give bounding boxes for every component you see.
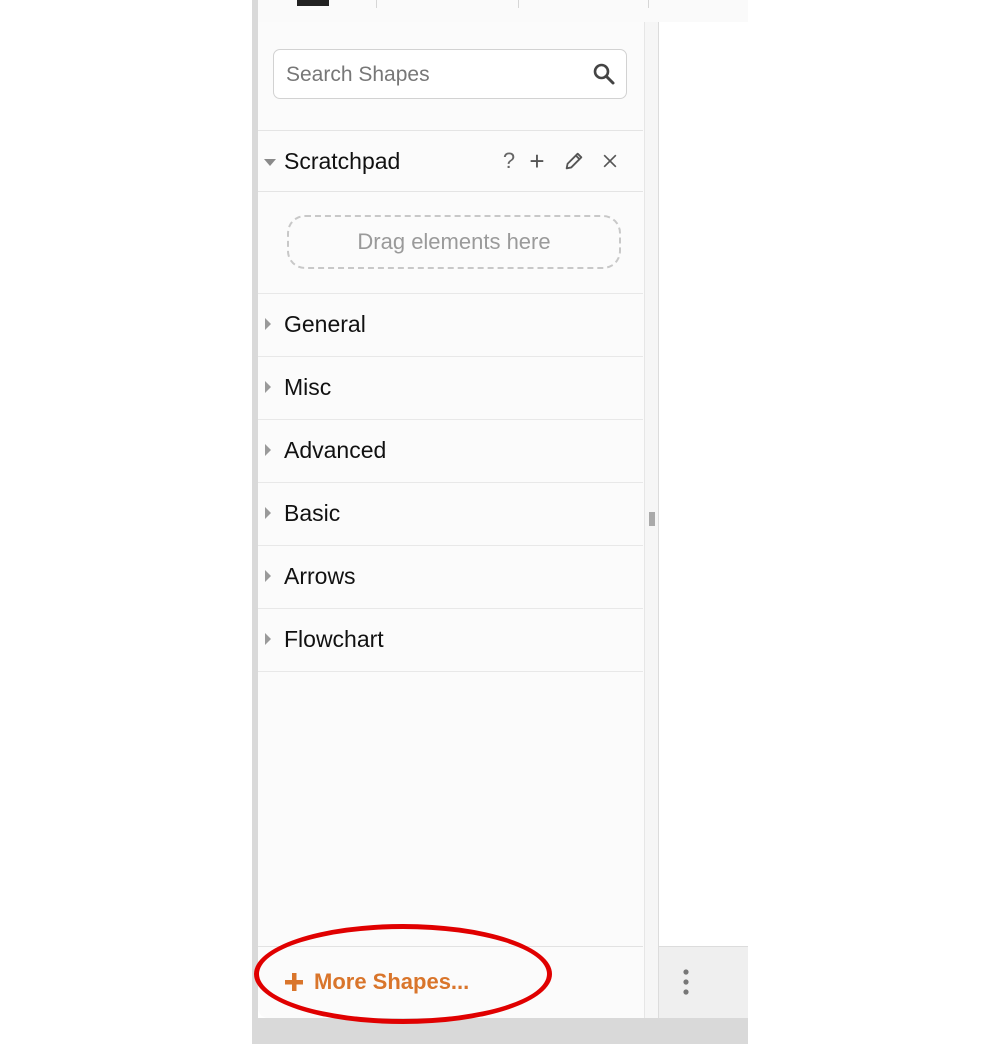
scratchpad-title[interactable]: Scratchpad: [284, 148, 400, 175]
close-icon[interactable]: [600, 147, 620, 175]
library-misc[interactable]: Misc: [258, 356, 643, 419]
library-label[interactable]: Flowchart: [284, 626, 384, 653]
toolbar-divider: [648, 0, 649, 8]
plus-icon[interactable]: +: [526, 147, 548, 175]
page-tabs-bar: [659, 946, 748, 1018]
triangle-right-icon[interactable]: [265, 570, 271, 582]
shapes-sidebar: Scratchpad ? + Drag elements here Genera…: [258, 22, 659, 1018]
library-basic[interactable]: Basic: [258, 482, 643, 545]
search-icon[interactable]: [592, 62, 616, 86]
triangle-down-icon[interactable]: [264, 159, 276, 166]
scratchpad-header[interactable]: Scratchpad ? +: [258, 130, 643, 192]
sidebar-footer: More Shapes...: [258, 946, 643, 1018]
triangle-right-icon[interactable]: [265, 318, 271, 330]
library-flowchart[interactable]: Flowchart: [258, 608, 643, 671]
library-label[interactable]: Arrows: [284, 563, 356, 590]
library-label[interactable]: Basic: [284, 500, 340, 527]
library-label[interactable]: General: [284, 311, 366, 338]
triangle-right-icon[interactable]: [265, 444, 271, 456]
active-tab-indicator: [297, 0, 329, 6]
library-advanced[interactable]: Advanced: [258, 419, 643, 482]
library-label[interactable]: Misc: [284, 374, 331, 401]
plus-icon[interactable]: [284, 972, 304, 992]
toolbar-divider: [518, 0, 519, 8]
search-box[interactable]: [273, 49, 627, 99]
splitter-grip-icon[interactable]: [649, 512, 655, 526]
search-input[interactable]: [284, 60, 588, 90]
scratchpad-drop-zone[interactable]: Drag elements here: [287, 215, 621, 269]
pencil-icon[interactable]: [563, 147, 585, 175]
library-general[interactable]: General: [258, 293, 643, 356]
window-bottom-edge: [252, 1018, 748, 1044]
divider: [258, 671, 643, 672]
triangle-right-icon[interactable]: [265, 507, 271, 519]
more-shapes-button[interactable]: More Shapes...: [314, 969, 469, 995]
library-arrows[interactable]: Arrows: [258, 545, 643, 608]
triangle-right-icon[interactable]: [265, 633, 271, 645]
triangle-right-icon[interactable]: [265, 381, 271, 393]
library-label[interactable]: Advanced: [284, 437, 386, 464]
top-toolbar: [258, 0, 748, 23]
toolbar-divider: [376, 0, 377, 8]
diagram-canvas[interactable]: [659, 22, 748, 946]
vertical-dots-icon[interactable]: [682, 968, 690, 996]
help-icon[interactable]: ?: [500, 147, 518, 175]
